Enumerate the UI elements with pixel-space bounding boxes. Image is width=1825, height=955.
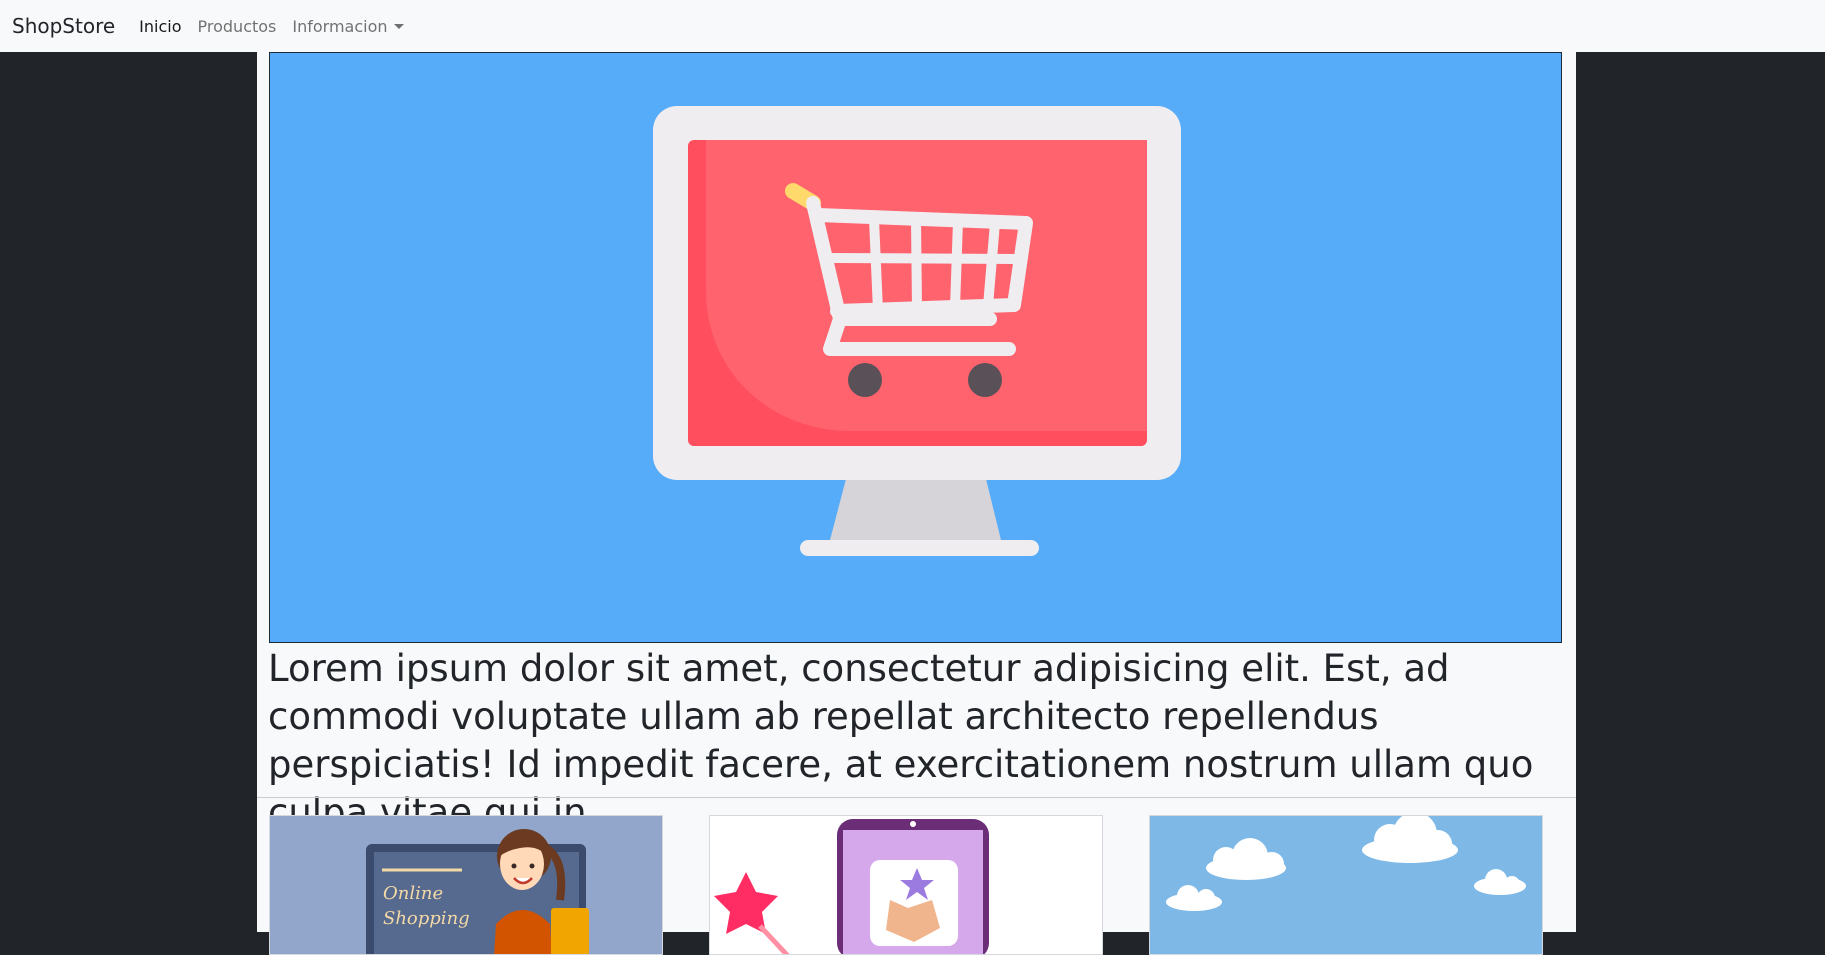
section-divider: [257, 797, 1576, 798]
nav-dropdown-informacion[interactable]: Informacion: [292, 16, 404, 36]
navbar-brand[interactable]: ShopStore: [12, 14, 115, 38]
nav-link-informacion-label: Informacion: [292, 16, 388, 36]
nav-link-inicio[interactable]: Inicio: [139, 17, 181, 36]
hero-lead-text: Lorem ipsum dolor sit amet, consectetur …: [268, 647, 1534, 834]
svg-text:Shopping: Shopping: [383, 908, 470, 929]
product-card-2[interactable]: [709, 815, 1103, 955]
phone-star-box-illustration: [714, 819, 989, 954]
product-card-1[interactable]: Online Shopping: [269, 815, 663, 955]
hero-image: [269, 52, 1562, 643]
monitor-cart-illustration: [653, 106, 1181, 556]
navbar: ShopStore Inicio Productos Informacion: [0, 0, 1825, 52]
main-container: Lorem ipsum dolor sit amet, consectetur …: [257, 52, 1576, 955]
product-card-3[interactable]: [1149, 815, 1543, 955]
chevron-down-icon: [393, 23, 404, 29]
clouds-illustration: [1166, 816, 1526, 911]
svg-text:Online: Online: [383, 883, 443, 904]
nav-link-productos[interactable]: Productos: [198, 17, 277, 36]
online-shopping-illustration: Online Shopping: [366, 829, 589, 954]
